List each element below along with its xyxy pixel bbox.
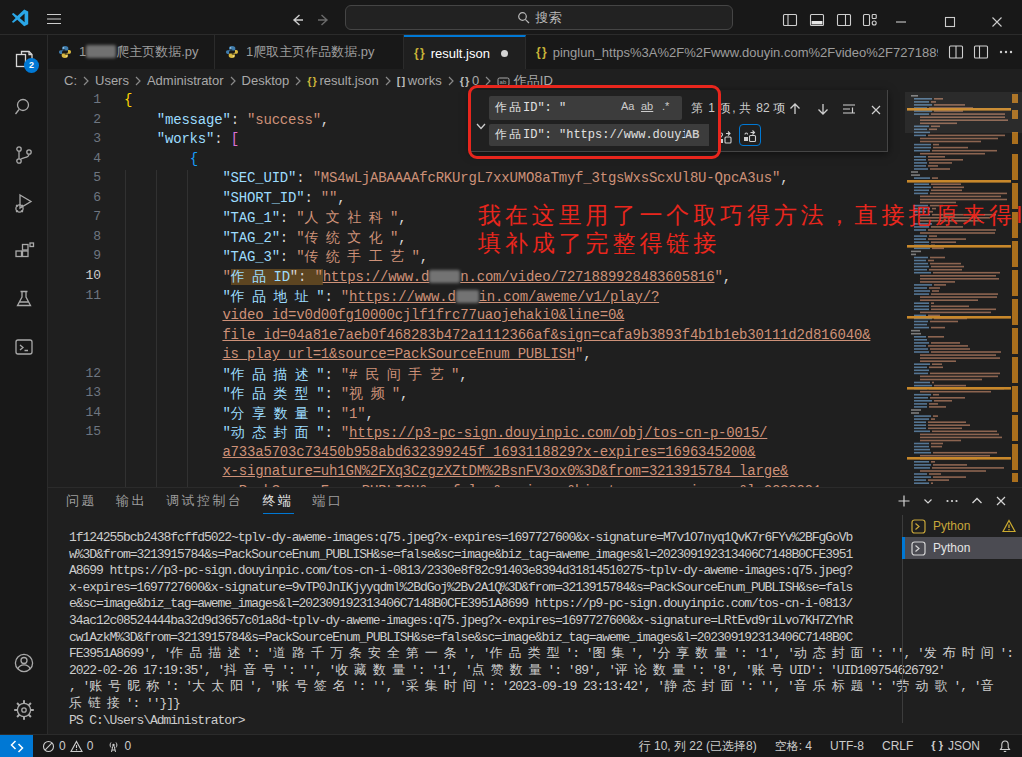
svg-text:ab: ab	[500, 79, 507, 85]
